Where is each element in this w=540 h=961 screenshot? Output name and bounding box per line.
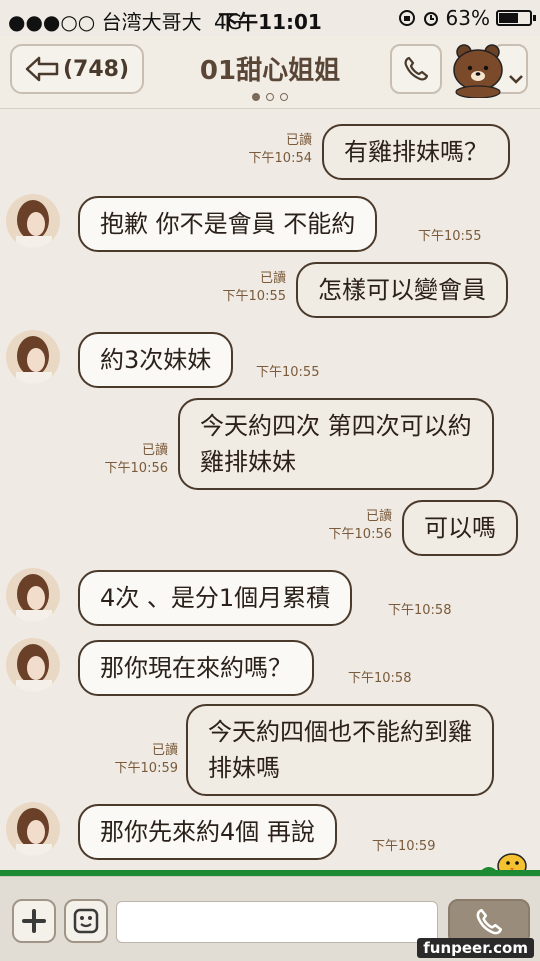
alarm-icon [423,12,438,26]
message-bubble-sent[interactable]: 有雞排妹嗎？ [322,124,510,180]
status-bar: ●●●○○ 台湾大哥大 4G 下午11:01 63% [0,0,540,36]
back-arrow-icon [25,56,59,82]
avatar[interactable] [6,568,60,622]
chat-title: 01甜心姐姐 [199,56,341,86]
call-button[interactable] [390,44,442,94]
battery-percent: 63% [445,6,490,30]
page-dot [266,93,274,101]
rotation-lock-icon [398,10,415,26]
bear-sticker-icon[interactable] [446,42,530,98]
message-bubble-received[interactable]: 抱歉 你不是會員 不能約 [78,196,378,252]
watermark: funpeer.com [417,938,534,958]
message-time: 下午10:58 [348,671,412,686]
message-bubble-sent[interactable]: 今天約四個也不能約到雞 排妹嗎 [186,704,494,796]
message-time: 下午10:56 [328,527,392,542]
carrier-name: 台湾大哥大 [101,10,202,34]
message-input[interactable] [116,901,438,943]
avatar[interactable] [6,638,60,692]
message-time: 下午10:56 [104,461,168,476]
page-dot [252,93,260,101]
emoticon-icon [73,908,99,934]
phone-icon [404,56,429,81]
chat-area[interactable]: 已讀 下午10:54 有雞排妹嗎？ 抱歉 你不是會員 不能約 下午10:55 已… [0,108,540,870]
battery-icon [496,10,536,26]
message-time: 下午10:55 [222,289,286,304]
message-time: 下午10:59 [114,761,178,776]
plus-icon [22,909,46,933]
message-bubble-received[interactable]: 那你現在來約嗎？ [78,640,314,696]
read-receipt: 已讀 [151,743,178,758]
message-bubble-received[interactable]: 那你先來約4個 再說 [78,804,337,860]
back-button[interactable]: (748) [10,44,144,94]
avatar[interactable] [6,194,60,248]
chevron-down-icon [509,75,523,84]
message-time: 下午10:55 [256,365,320,380]
message-bubble-sent[interactable]: 可以嗎 [402,500,518,556]
avatar[interactable] [6,802,60,856]
add-button[interactable] [12,899,56,943]
message-time: 下午10:58 [388,603,452,618]
message-meta: 已讀 下午10:56 [329,508,392,544]
message-time: 下午10:54 [248,151,312,166]
message-time: 下午10:59 [372,839,436,854]
message-meta: 已讀 下午10:59 [115,742,178,778]
message-meta: 已讀 下午10:56 [105,442,168,478]
emoticon-button[interactable] [64,899,108,943]
read-receipt: 已讀 [285,133,312,148]
chat-header: (748) 01甜心姐姐 [0,36,540,109]
signal-strength: ●●●○○ [8,10,96,34]
message-bubble-received[interactable]: 約3次妹妹 [78,332,234,388]
message-bubble-sent[interactable]: 今天約四次 第四次可以約 雞排妹妹 [178,398,494,490]
avatar[interactable] [6,330,60,384]
message-time: 下午10:55 [418,229,482,244]
network-type: 4G [213,10,243,34]
message-meta: 已讀 下午10:55 [223,270,286,306]
read-receipt: 已讀 [259,271,286,286]
message-meta: 已讀 下午10:54 [249,132,312,168]
page-dot [280,93,288,101]
unread-count: (748) [62,56,130,82]
read-receipt: 已讀 [141,443,168,458]
message-bubble-received[interactable]: 4次 、是分1個月累積 [78,570,353,626]
phone-icon [476,908,503,935]
battery-fill [499,13,518,23]
read-receipt: 已讀 [365,509,392,524]
message-bubble-sent[interactable]: 怎樣可以變會員 [296,262,508,318]
